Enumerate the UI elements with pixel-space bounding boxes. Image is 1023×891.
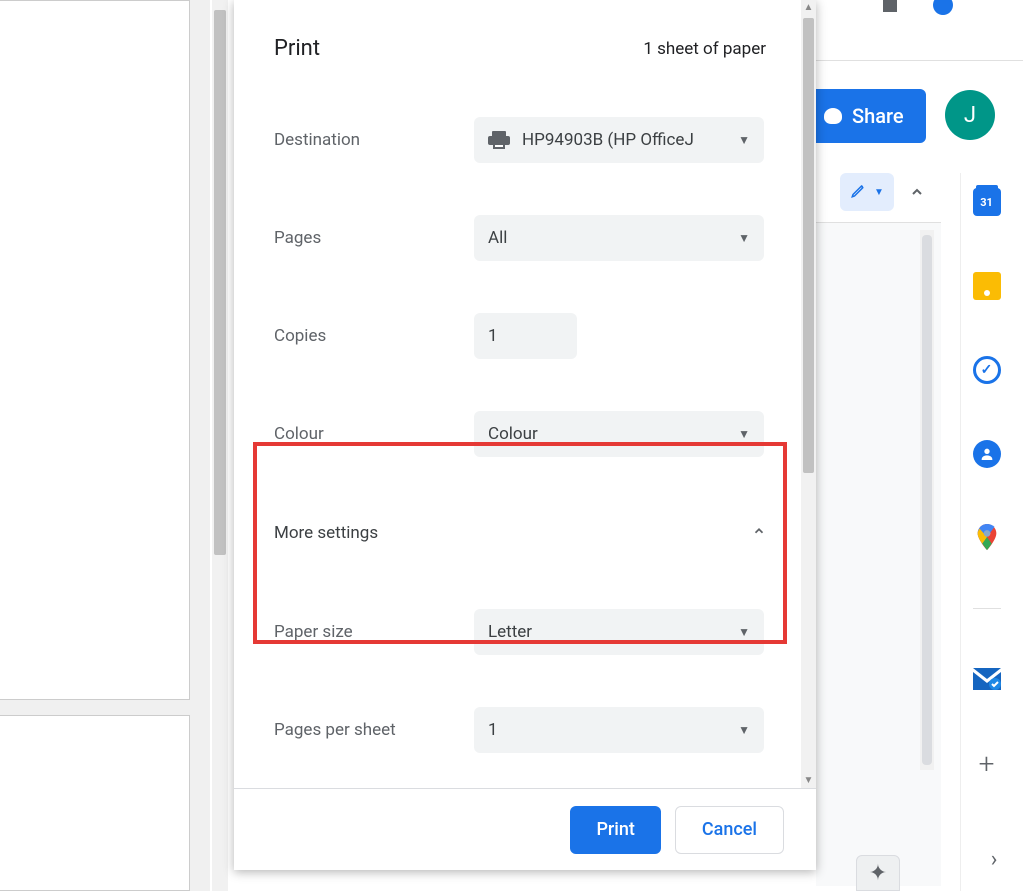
- share-icon: [824, 108, 842, 124]
- more-settings-toggle[interactable]: More settings: [234, 483, 806, 583]
- scrollbar-thumb[interactable]: [214, 10, 226, 555]
- caret-down-icon: ▼: [738, 427, 750, 441]
- colour-label: Colour: [274, 424, 474, 444]
- colour-value: Colour: [488, 424, 538, 444]
- chevron-up-icon: [752, 524, 766, 542]
- side-panel-divider: [973, 608, 1001, 609]
- dialog-scrollbar[interactable]: ▲ ▼: [801, 0, 816, 788]
- sparkle-icon: ✦: [869, 861, 887, 886]
- print-dialog: Print 1 sheet of paper Destination HP949…: [234, 0, 816, 870]
- thumbnail-scrollbar[interactable]: [212, 0, 228, 891]
- printer-icon: [488, 131, 510, 149]
- document-scrollbar[interactable]: [920, 230, 934, 770]
- scrollbar-thumb[interactable]: [922, 235, 932, 765]
- copies-input[interactable]: [474, 313, 577, 359]
- explore-button[interactable]: ✦: [856, 855, 900, 891]
- maps-icon[interactable]: [973, 524, 1001, 552]
- print-dialog-title: Print: [274, 36, 320, 61]
- paper-size-value: Letter: [488, 622, 532, 642]
- pages-value: All: [488, 228, 507, 248]
- header-icon[interactable]: [883, 0, 897, 12]
- mail-addon-icon[interactable]: [973, 665, 1001, 693]
- pages-label: Pages: [274, 228, 474, 248]
- pages-select[interactable]: All ▼: [474, 215, 764, 261]
- toolbar-right: ▼: [840, 173, 936, 211]
- tasks-icon[interactable]: [973, 356, 1001, 384]
- dialog-footer: Print Cancel: [234, 788, 816, 870]
- pages-per-sheet-label: Pages per sheet: [274, 720, 474, 740]
- scroll-up-icon[interactable]: ▲: [801, 0, 816, 15]
- cancel-button[interactable]: Cancel: [675, 806, 784, 854]
- paper-size-select[interactable]: Letter ▼: [474, 609, 764, 655]
- pages-per-sheet-select[interactable]: 1 ▼: [474, 707, 764, 753]
- scroll-down-icon[interactable]: ▼: [801, 773, 816, 788]
- keep-icon[interactable]: [973, 272, 1001, 300]
- pencil-icon: [850, 181, 868, 203]
- header-divider: [816, 60, 1023, 61]
- copies-label: Copies: [274, 326, 474, 346]
- slide-thumbnail[interactable]: [0, 0, 190, 700]
- destination-select[interactable]: HP94903B (HP OfficeJ ▼: [474, 117, 764, 163]
- share-button[interactable]: Share: [808, 89, 926, 143]
- caret-down-icon: ▼: [738, 231, 750, 245]
- calendar-icon[interactable]: 31: [973, 188, 1001, 216]
- destination-label: Destination: [274, 130, 474, 150]
- slide-thumbnail[interactable]: [0, 715, 190, 891]
- scrollbar-thumb[interactable]: [803, 18, 814, 473]
- slide-thumbnail-panel: [0, 0, 210, 891]
- side-panel-collapse-button[interactable]: ›: [972, 837, 1016, 881]
- contacts-icon[interactable]: [973, 440, 1001, 468]
- sheet-count-label: 1 sheet of paper: [643, 39, 766, 59]
- share-label: Share: [852, 104, 904, 128]
- caret-down-icon: ▼: [874, 187, 884, 198]
- paper-size-label: Paper size: [274, 622, 474, 642]
- add-addon-icon[interactable]: +: [973, 749, 1001, 777]
- caret-down-icon: ▼: [738, 723, 750, 737]
- caret-down-icon: ▼: [738, 133, 750, 147]
- more-settings-label: More settings: [274, 523, 378, 543]
- print-button[interactable]: Print: [570, 806, 660, 854]
- caret-down-icon: ▼: [738, 625, 750, 639]
- colour-select[interactable]: Colour ▼: [474, 411, 764, 457]
- destination-value: HP94903B (HP OfficeJ: [522, 130, 694, 150]
- side-panel: 31 + ›: [960, 173, 1012, 891]
- editing-mode-button[interactable]: ▼: [840, 173, 894, 211]
- pages-per-sheet-value: 1: [488, 720, 498, 740]
- account-avatar[interactable]: J: [945, 90, 995, 140]
- collapse-toolbar-button[interactable]: [898, 173, 936, 211]
